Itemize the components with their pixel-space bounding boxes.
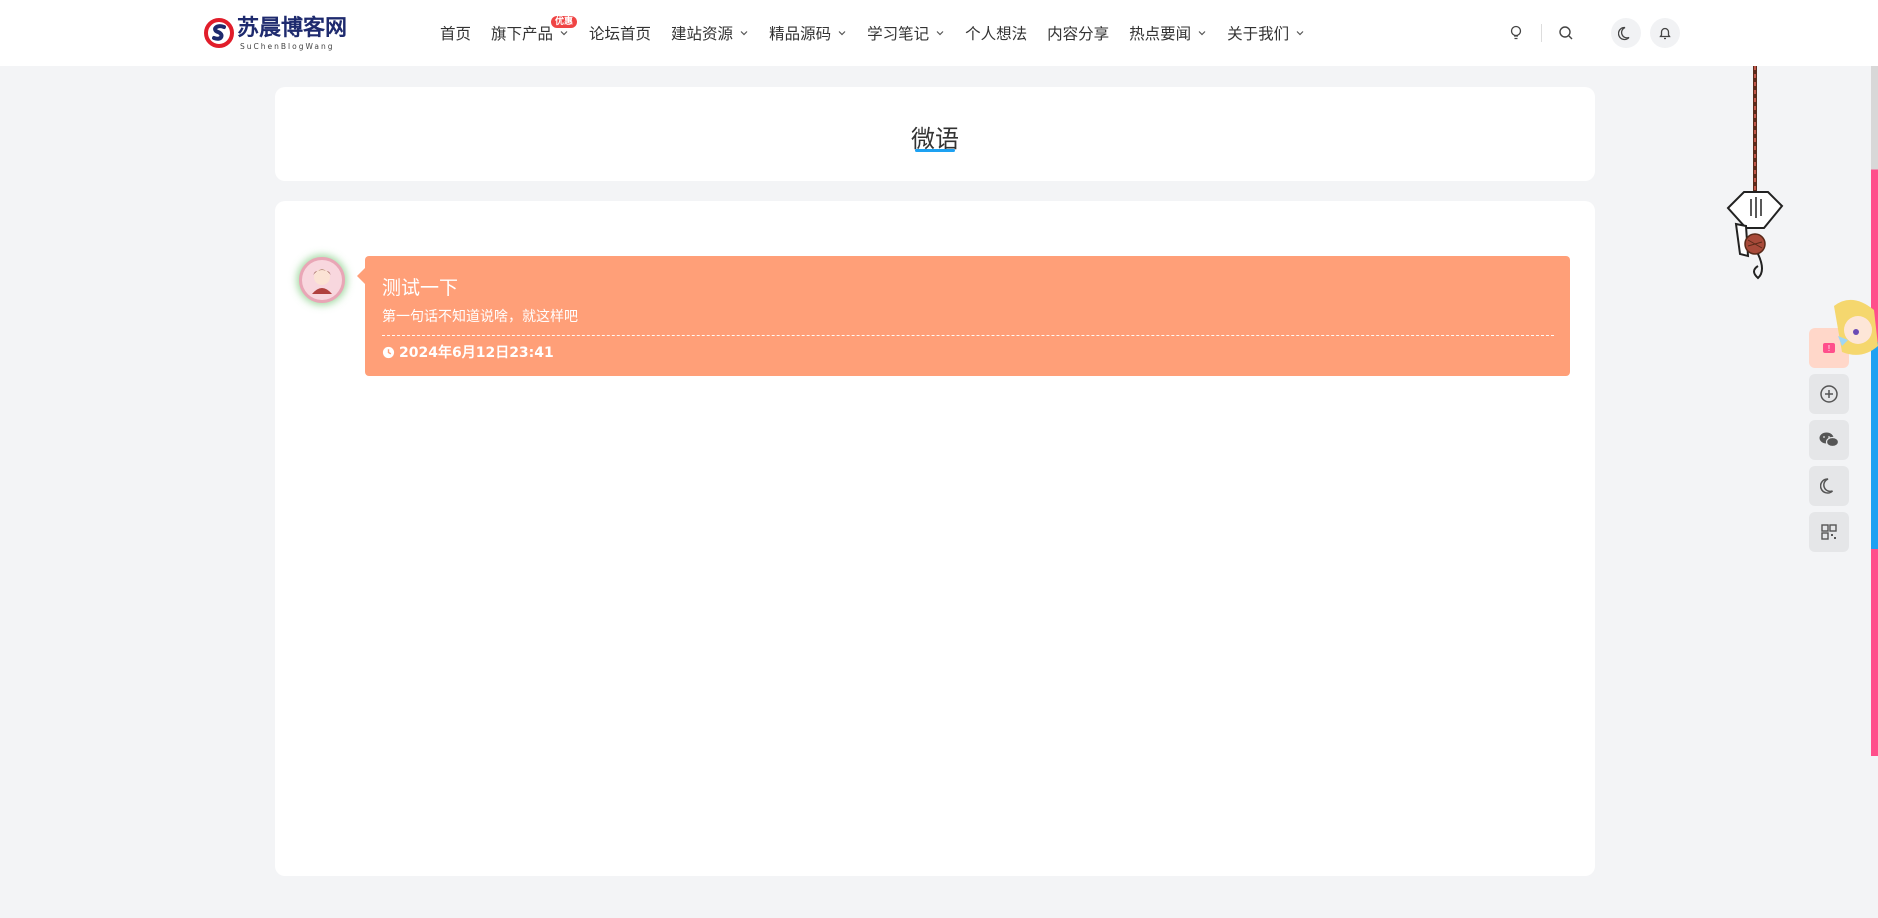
wechat-icon — [1819, 432, 1840, 448]
nav-home[interactable]: 首页 — [440, 22, 471, 44]
dark-mode-toggle-button[interactable] — [1809, 466, 1849, 506]
qrcode-icon — [1821, 524, 1837, 540]
nav-about[interactable]: 关于我们 — [1227, 22, 1305, 44]
page-title-card: 微语 — [275, 87, 1595, 181]
main-nav: 首页 旗下产品 优惠 论坛首页 建站资源 精品源码 学习笔记 个人想法 内容分享… — [440, 16, 1325, 46]
wechat-button[interactable] — [1809, 420, 1849, 460]
nav-source-code[interactable]: 精品源码 — [769, 22, 847, 44]
post-pointer — [357, 268, 365, 284]
header-divider — [1541, 24, 1542, 42]
nav-label: 首页 — [440, 25, 472, 43]
avatar-image — [302, 260, 342, 300]
microblog-list: 测试一下 第一句话不知道说啥，就这样吧 2024年6月12日23:41 — [275, 201, 1595, 876]
moon-icon — [1618, 26, 1630, 41]
clock-icon — [382, 346, 395, 358]
nav-sharing[interactable]: 内容分享 — [1047, 22, 1109, 44]
site-logo[interactable]: 苏晨博客网 SuChenBlogWang — [204, 16, 364, 52]
chevron-down-icon — [838, 31, 846, 36]
nav-study-notes[interactable]: 学习笔记 — [867, 22, 945, 44]
search-button[interactable] — [1551, 18, 1581, 48]
nav-hot-news[interactable]: 热点要闻 — [1129, 22, 1207, 44]
nav-label: 论坛首页 — [589, 25, 652, 43]
search-icon — [1559, 26, 1573, 40]
nav-label: 内容分享 — [1047, 25, 1110, 43]
lightbulb-icon — [1510, 25, 1522, 40]
post-title: 测试一下 — [382, 277, 459, 299]
chevron-down-icon — [740, 31, 748, 36]
plus-circle-icon — [1820, 385, 1838, 403]
hanging-cat-icon — [1726, 66, 1784, 280]
scroll-indicator-strip — [1871, 66, 1878, 756]
chevron-down-icon — [1296, 31, 1304, 36]
nav-products[interactable]: 旗下产品 优惠 — [491, 16, 578, 44]
moon-icon — [1820, 478, 1834, 494]
nav-label: 建站资源 — [671, 25, 734, 43]
post-date-text: 2024年6月12日23:41 — [399, 345, 554, 361]
logo-name: 苏晨博客网 — [237, 16, 348, 41]
nav-forum[interactable]: 论坛首页 — [589, 22, 651, 44]
chevron-down-icon — [560, 31, 568, 36]
nav-label: 关于我们 — [1227, 25, 1290, 43]
chevron-down-icon — [1198, 31, 1206, 36]
top-header: 苏晨博客网 SuChenBlogWang 首页 旗下产品 优惠 论坛首页 建站资… — [0, 0, 1878, 66]
avatar[interactable] — [299, 257, 345, 303]
post-text: 第一句话不知道说啥，就这样吧 — [382, 309, 578, 325]
nav-label: 精品源码 — [769, 25, 832, 43]
nav-label: 学习笔记 — [867, 25, 930, 43]
nav-thoughts[interactable]: 个人想法 — [965, 22, 1027, 44]
notification-button[interactable] — [1650, 18, 1680, 48]
nav-label: 旗下产品 — [491, 25, 554, 43]
microblog-post[interactable]: 测试一下 第一句话不知道说啥，就这样吧 2024年6月12日23:41 — [357, 256, 1570, 376]
nav-label: 热点要闻 — [1129, 25, 1192, 43]
mascot-character-icon — [1834, 299, 1878, 355]
dark-mode-button[interactable] — [1611, 18, 1641, 48]
bell-icon — [1659, 27, 1671, 40]
post-divider — [382, 335, 1554, 336]
add-button[interactable] — [1809, 374, 1849, 414]
post-date: 2024年6月12日23:41 — [382, 342, 554, 362]
logo-s-icon — [204, 18, 234, 48]
logo-subtitle: SuChenBlogWang — [240, 42, 335, 51]
lightbulb-button[interactable] — [1501, 18, 1531, 48]
chevron-down-icon — [936, 31, 944, 36]
promo-badge: 优惠 — [551, 16, 578, 28]
qrcode-button[interactable] — [1809, 512, 1849, 552]
nav-label: 个人想法 — [965, 25, 1028, 43]
nav-site-resources[interactable]: 建站资源 — [671, 22, 749, 44]
title-underline — [915, 149, 955, 152]
